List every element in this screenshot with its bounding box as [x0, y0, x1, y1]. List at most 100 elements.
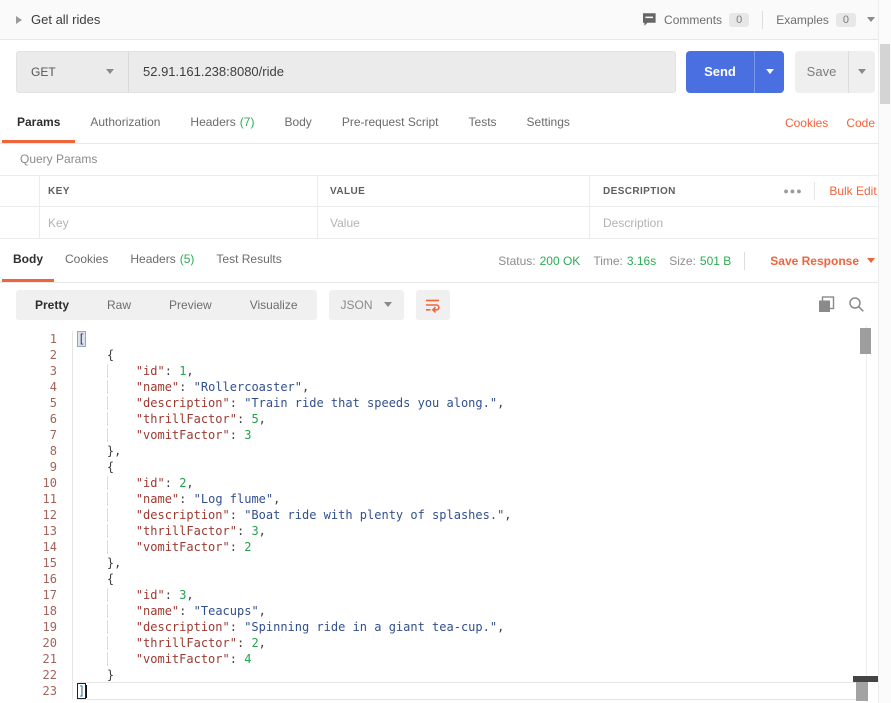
- format-select[interactable]: JSON: [328, 289, 404, 320]
- line-number: 12: [42, 508, 57, 522]
- code-line: "vomitFactor": 4: [78, 651, 866, 667]
- tab-settings[interactable]: Settings: [512, 103, 585, 143]
- row-handle-column: [0, 176, 40, 206]
- line-number: 5: [49, 396, 57, 410]
- tab-body[interactable]: Body: [269, 103, 326, 143]
- text-cursor: [85, 685, 88, 698]
- method-value: GET: [31, 64, 56, 79]
- line-number: 20: [42, 636, 57, 650]
- collapse-arrow-icon[interactable]: [16, 15, 22, 24]
- param-description-input[interactable]: [603, 215, 877, 230]
- time-label: Time:: [593, 253, 623, 268]
- tab-headers[interactable]: Headers (7): [175, 103, 269, 143]
- comment-icon: [641, 12, 657, 27]
- code-link[interactable]: Code: [846, 116, 875, 130]
- code-line: [: [76, 331, 87, 347]
- save-options-button[interactable]: [849, 51, 875, 93]
- vertical-scrollbar-thumb[interactable]: [860, 328, 871, 354]
- tab-params[interactable]: Params: [2, 103, 76, 143]
- code-line: "vomitFactor": 3: [78, 427, 866, 443]
- wrap-lines-button[interactable]: [415, 289, 450, 320]
- chevron-down-icon: [867, 17, 875, 22]
- tab-response-body[interactable]: Body: [2, 239, 54, 282]
- url-input[interactable]: [129, 51, 675, 92]
- code-line: }: [106, 668, 115, 682]
- tab-response-headers[interactable]: Headers (5): [119, 239, 205, 282]
- request-tab-links: Cookies Code: [785, 103, 875, 143]
- line-number: 7: [49, 428, 57, 442]
- scrollbar-corner-thumb[interactable]: [856, 682, 868, 701]
- search-icon: [849, 297, 864, 312]
- cookies-link[interactable]: Cookies: [785, 116, 828, 130]
- response-body-editor[interactable]: 1 2 3 4 5 6 7 8 9 10 11 12 13 14 15 16 17 18 19 20 21 22 23 [ …: [0, 326, 891, 703]
- comments-button[interactable]: Comments 0: [641, 12, 750, 27]
- line-number: 21: [42, 652, 57, 666]
- code-line: "name": "Rollercoaster",: [78, 379, 866, 395]
- chevron-down-icon: [383, 302, 392, 307]
- vertical-scrollbar-track: [866, 326, 867, 703]
- response-toolbar: Pretty Raw Preview Visualize JSON: [0, 283, 891, 326]
- code-line: ]: [76, 683, 866, 699]
- line-number: 15: [42, 556, 57, 570]
- tab-test-results[interactable]: Test Results: [205, 239, 292, 282]
- response-headers-count: (5): [179, 252, 195, 266]
- chevron-down-icon: [106, 69, 114, 74]
- line-number: 11: [42, 492, 57, 506]
- code-line: {: [106, 572, 115, 586]
- param-value-input[interactable]: [330, 215, 577, 230]
- code-view: 1 2 3 4 5 6 7 8 9 10 11 12 13 14 15 16 17 18 19 20 21 22 23 [ …: [0, 326, 891, 699]
- divider: [762, 10, 764, 29]
- postman-window: Get all rides Comments 0 Examples 0 GET: [0, 0, 891, 703]
- gutter: 1 2 3 4 5 6 7 8 9 10 11 12 13 14 15 16 17 18 19 20 21 22 23: [40, 331, 73, 699]
- code-line: "thrillFactor": 3,: [78, 523, 866, 539]
- code-line: {: [106, 460, 115, 474]
- code-line: },: [106, 556, 122, 570]
- key-column-header: KEY: [40, 176, 318, 206]
- response-tabs: Body Cookies Headers (5) Test Results Sta…: [0, 239, 891, 283]
- view-preview[interactable]: Preview: [150, 298, 231, 312]
- code-line: "thrillFactor": 5,: [78, 411, 866, 427]
- send-label[interactable]: Send: [686, 50, 755, 93]
- description-column-header: DESCRIPTION: [603, 185, 676, 197]
- param-key-input[interactable]: [48, 215, 304, 230]
- page-scrollbar-thumb[interactable]: [880, 44, 890, 104]
- line-number: 13: [42, 524, 57, 538]
- chevron-down-icon: [867, 258, 875, 263]
- request-title: Get all rides: [31, 12, 101, 27]
- code-line: "description": "Train ride that speeds y…: [78, 395, 866, 411]
- params-input-row: [0, 207, 891, 238]
- line-number: 22: [42, 668, 57, 682]
- send-button[interactable]: Send: [686, 50, 784, 93]
- code-line: },: [106, 444, 122, 458]
- more-actions-icon[interactable]: ●●●: [772, 186, 814, 196]
- chevron-down-icon: [858, 69, 866, 74]
- line-number: 8: [49, 444, 57, 458]
- tab-tests[interactable]: Tests: [454, 103, 512, 143]
- save-label[interactable]: Save: [795, 50, 849, 93]
- status-value: 200 OK: [539, 253, 581, 268]
- url-bar: GET: [16, 50, 676, 93]
- view-raw[interactable]: Raw: [88, 298, 150, 312]
- response-meta: Status: 200 OK Time: 3.16s Size: 501 B S…: [498, 239, 875, 282]
- response-body-actions: [818, 296, 865, 313]
- view-pretty[interactable]: Pretty: [16, 298, 88, 312]
- save-button[interactable]: Save: [795, 50, 875, 93]
- copy-button[interactable]: [818, 296, 835, 313]
- examples-button[interactable]: Examples 0: [776, 12, 875, 27]
- tab-response-cookies[interactable]: Cookies: [54, 239, 119, 282]
- line-number: 18: [42, 604, 57, 618]
- tab-authorization[interactable]: Authorization: [75, 103, 175, 143]
- view-visualize[interactable]: Visualize: [231, 298, 317, 312]
- line-number: 9: [49, 460, 57, 474]
- save-response-button[interactable]: Save Response: [770, 254, 875, 268]
- tab-prerequest-script[interactable]: Pre-request Script: [327, 103, 454, 143]
- request-tabs: Params Authorization Headers (7) Body Pre…: [0, 103, 891, 144]
- send-options-button[interactable]: [755, 51, 784, 93]
- search-button[interactable]: [848, 296, 865, 313]
- headers-count: (7): [239, 114, 255, 129]
- method-select[interactable]: GET: [17, 51, 129, 92]
- code-line: "id": 3,: [78, 587, 866, 603]
- page-scrollbar[interactable]: [878, 0, 891, 703]
- time-value: 3.16s: [626, 253, 657, 268]
- divider: [744, 251, 746, 270]
